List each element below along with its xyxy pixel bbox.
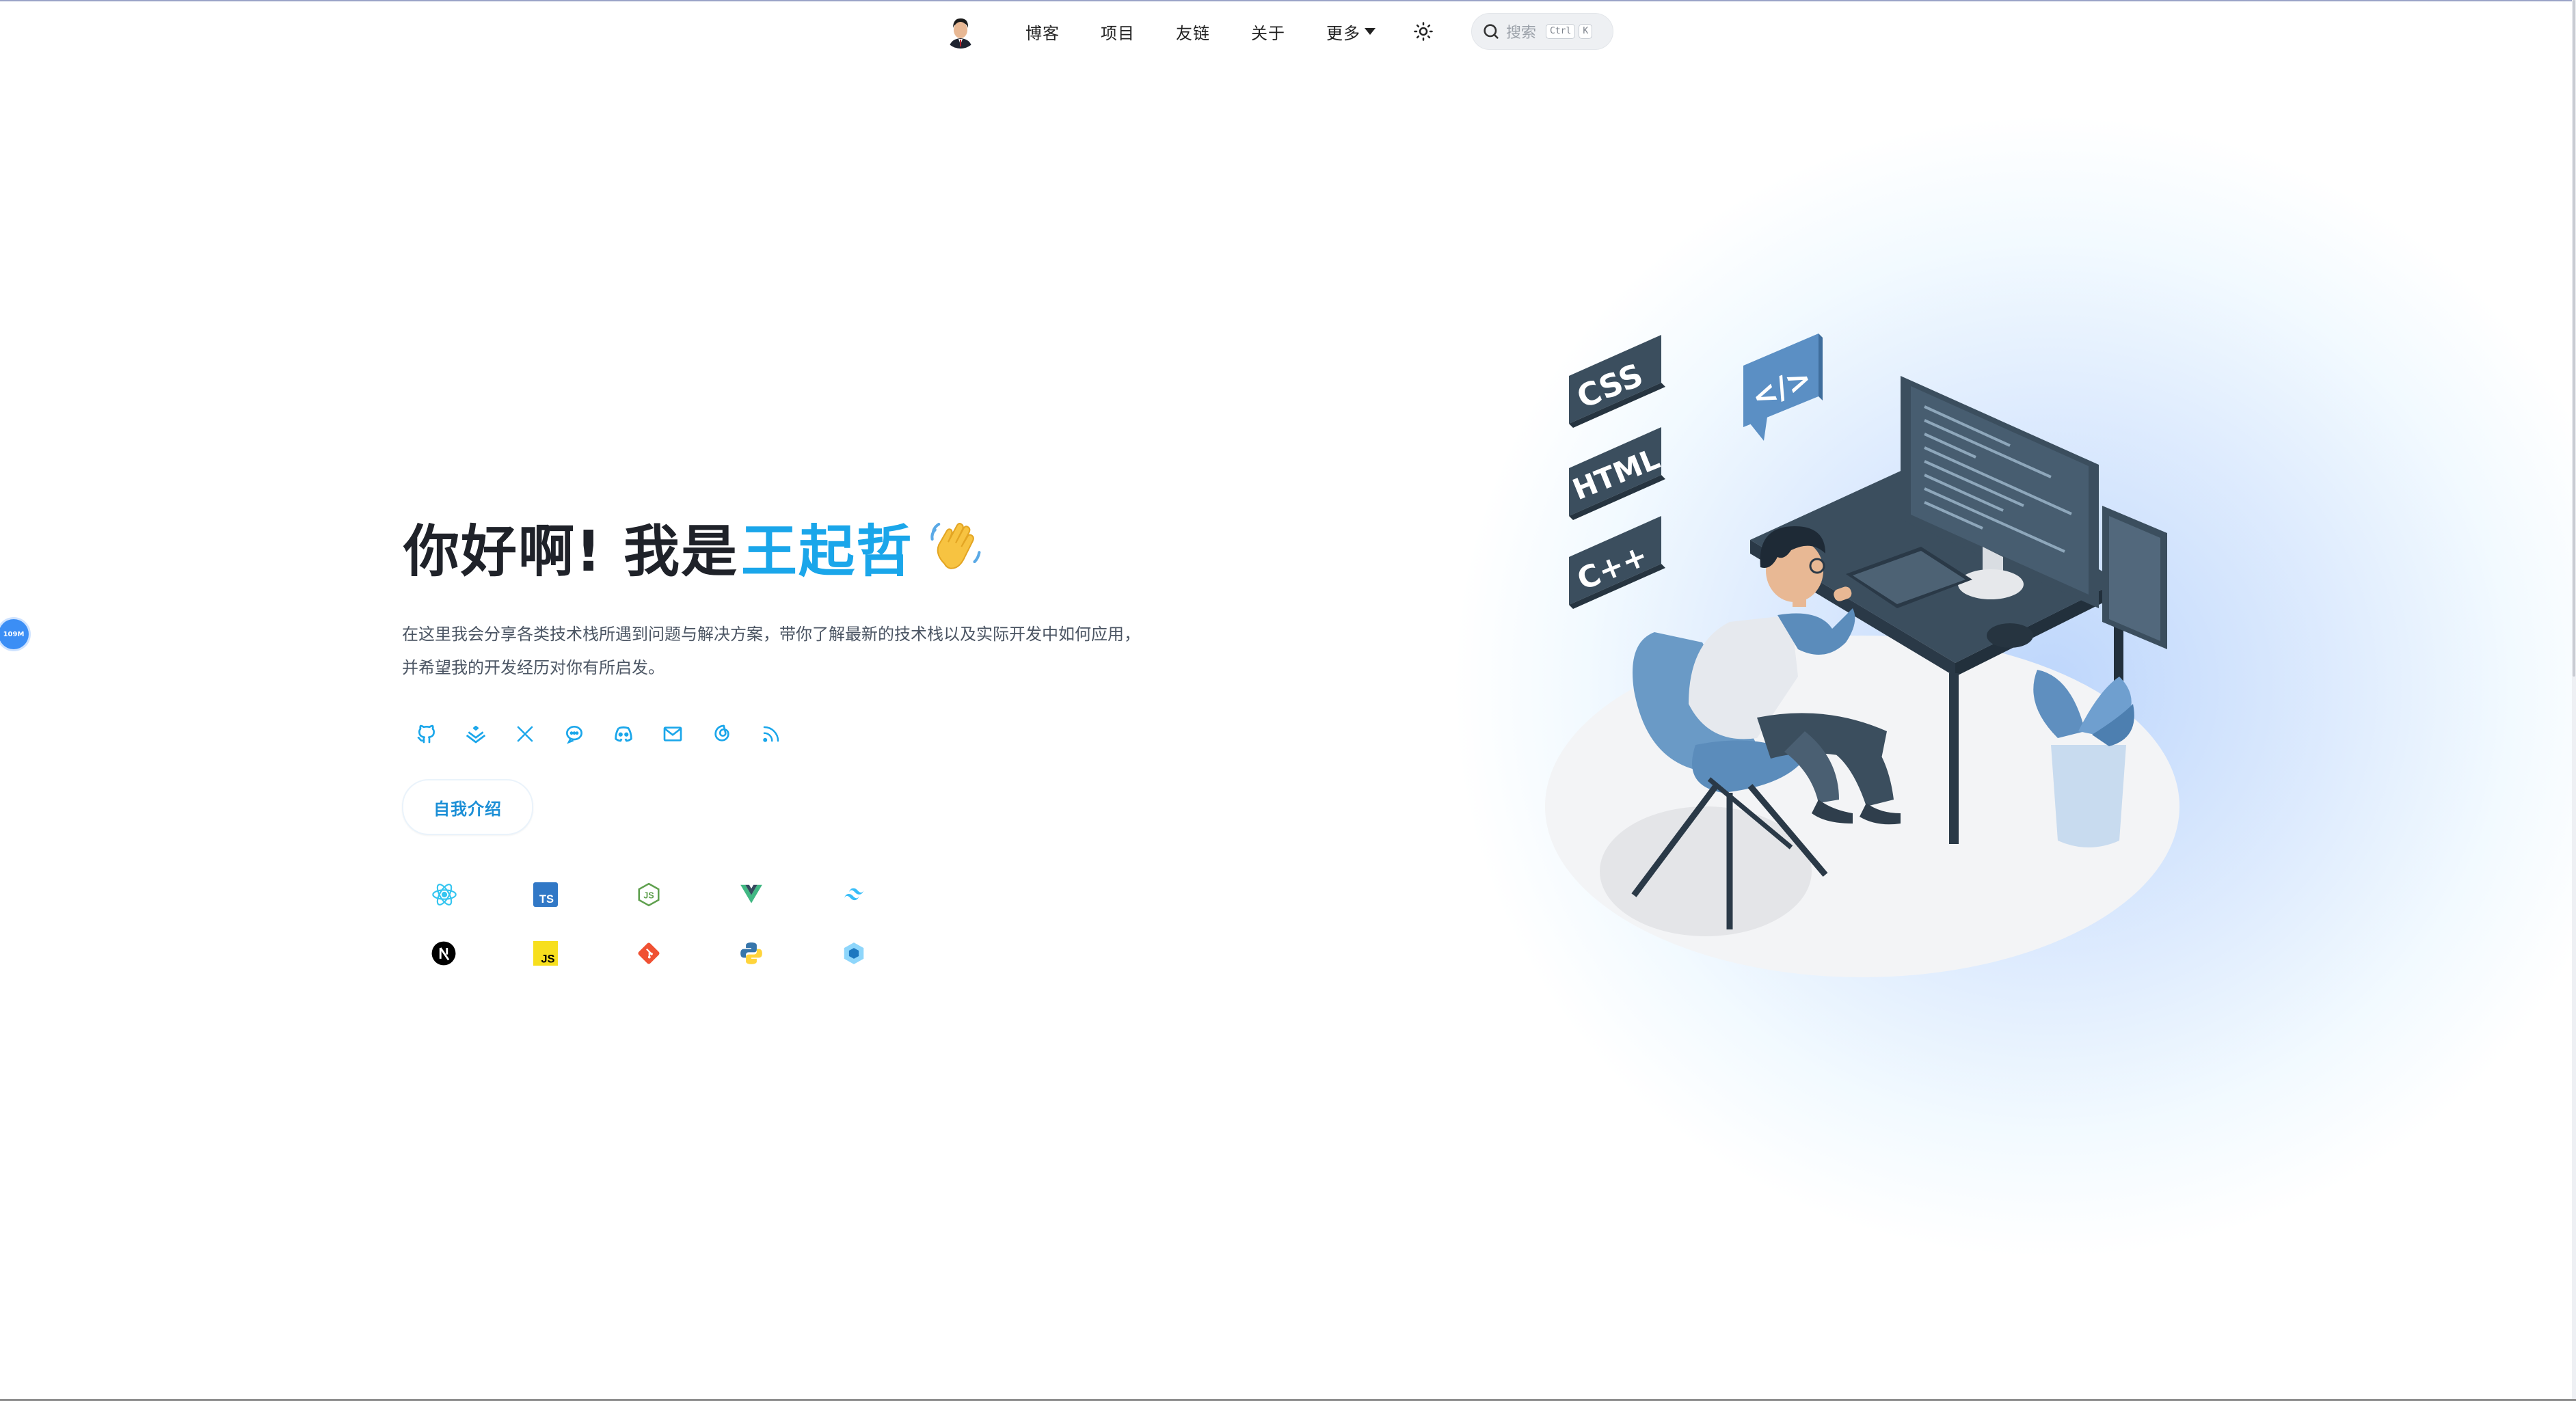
tailwind-icon[interactable] xyxy=(830,865,933,924)
nav-projects[interactable]: 项目 xyxy=(1101,20,1135,44)
svg-text:JS: JS xyxy=(541,953,554,966)
python-icon[interactable] xyxy=(727,924,830,983)
waving-hand-icon xyxy=(930,522,981,569)
vue-icon[interactable] xyxy=(727,865,830,924)
social-links xyxy=(402,719,796,749)
html-card: HTML xyxy=(1568,427,1665,520)
chevron-down-icon xyxy=(1365,28,1376,35)
shortcut-ctrl: Ctrl xyxy=(1546,24,1576,39)
nodejs-icon[interactable]: JS xyxy=(625,865,727,924)
discord-icon[interactable] xyxy=(599,719,648,749)
git-icon[interactable] xyxy=(625,924,727,983)
qq-icon[interactable] xyxy=(550,719,599,749)
avatar[interactable] xyxy=(943,14,978,49)
webpack-icon[interactable] xyxy=(830,924,933,983)
javascript-icon[interactable]: JS xyxy=(522,924,625,983)
hero-title: 你好啊! 我是 王起哲 xyxy=(403,506,986,587)
email-icon[interactable] xyxy=(648,719,697,749)
window-top-border xyxy=(0,0,2576,1)
theme-toggle[interactable] xyxy=(1410,18,1437,45)
nav-about[interactable]: 关于 xyxy=(1251,20,1285,44)
css-card: CSS xyxy=(1569,335,1665,428)
developer-illustration: CSS HTML C++ </> xyxy=(1545,334,2179,977)
hero-greeting: 你好啊! 我是 xyxy=(403,519,738,584)
nextjs-icon[interactable] xyxy=(420,924,522,983)
sun-icon xyxy=(1414,22,1433,41)
top-nav: 博客 项目 友链 关于 更多 搜索 Ctrl K xyxy=(943,11,1613,52)
nav-more-label: 更多 xyxy=(1326,23,1360,43)
search-placeholder: 搜索 xyxy=(1506,25,1537,42)
hero-name: 王起哲 xyxy=(740,519,913,584)
cpp-card: C++ xyxy=(1569,516,1665,609)
code-bubble: </> xyxy=(1743,334,1823,441)
svg-text:TS: TS xyxy=(539,893,554,906)
scrollbar-thumb[interactable] xyxy=(2573,0,2575,677)
search-button[interactable]: 搜索 Ctrl K xyxy=(1471,13,1613,50)
juejin-icon[interactable] xyxy=(451,719,500,749)
shortcut-k: K xyxy=(1579,24,1593,39)
x-icon[interactable] xyxy=(500,719,550,749)
github-icon[interactable] xyxy=(402,719,451,749)
rss-icon[interactable] xyxy=(747,719,796,749)
nav-blog[interactable]: 博客 xyxy=(1025,20,1060,44)
react-icon[interactable] xyxy=(420,865,522,924)
svg-text:JS: JS xyxy=(643,891,654,901)
search-icon xyxy=(1484,24,1499,39)
about-me-button[interactable]: 自我介绍 xyxy=(402,779,533,835)
tech-stack-grid: TS JS JS xyxy=(420,865,933,983)
cloudmusic-icon[interactable] xyxy=(697,719,747,749)
side-badge[interactable]: 109M xyxy=(0,619,29,649)
hero-description: 在这里我会分享各类技术栈所遇到问题与解决方案，带你了解最新的技术栈以及实际开发中… xyxy=(402,625,1140,677)
nav-more[interactable]: 更多 xyxy=(1326,20,1376,44)
nav-friends[interactable]: 友链 xyxy=(1176,20,1210,44)
scrollbar-track[interactable] xyxy=(2572,0,2576,1401)
typescript-icon[interactable]: TS xyxy=(522,865,625,924)
